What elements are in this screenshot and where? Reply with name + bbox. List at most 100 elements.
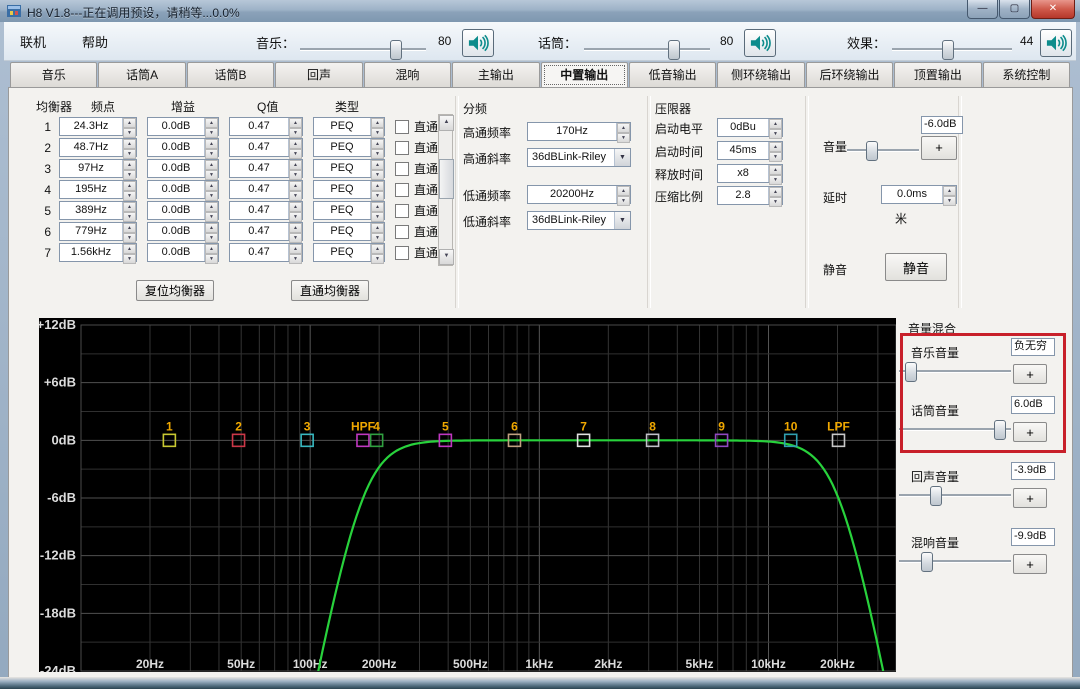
tab-话筒B[interactable]: 话筒B: [186, 62, 275, 88]
eq-gain-5[interactable]: 0.0dB ▲ ▼: [147, 201, 219, 222]
menu-item-联机[interactable]: 联机: [14, 30, 52, 53]
eq-freq-1-up[interactable]: ▲: [123, 118, 136, 128]
limiter-control-2[interactable]: x8 ▲ ▼: [717, 164, 783, 185]
master-slider-2-thumb[interactable]: [942, 40, 954, 60]
mixer-slider-3[interactable]: [899, 552, 1011, 572]
eq-freq-3-value[interactable]: 97Hz: [60, 160, 122, 177]
eq-bypass-checkbox-4[interactable]: [395, 182, 409, 197]
mixer-slider-3-thumb[interactable]: [921, 552, 933, 572]
eq-gain-1-value[interactable]: 0.0dB: [148, 118, 204, 135]
eq-q-3[interactable]: 0.47 ▲ ▼: [229, 159, 303, 180]
mixer-value-2[interactable]: -3.9dB: [1011, 462, 1055, 480]
delay-spinner-down[interactable]: ▼: [943, 196, 956, 206]
master-slider-0-thumb[interactable]: [390, 40, 402, 60]
eq-gain-6-down[interactable]: ▼: [205, 233, 218, 243]
limiter-control-2-value[interactable]: x8: [718, 165, 768, 182]
crossover-control-1-arrow-icon[interactable]: ▼: [614, 149, 630, 166]
eq-q-5[interactable]: 0.47 ▲ ▼: [229, 201, 303, 222]
eq-freq-1[interactable]: 24.3Hz ▲ ▼: [59, 117, 137, 138]
eq-gain-2-value[interactable]: 0.0dB: [148, 139, 204, 156]
eq-freq-2-up[interactable]: ▲: [123, 139, 136, 149]
frequency-response-chart[interactable]: +12dB +6dB 0dB -6dB -12dB -18dB -24dB 20Hz 50Hz 1…: [39, 318, 896, 672]
eq-q-4[interactable]: 0.47 ▲ ▼: [229, 180, 303, 201]
eq-scrollbar-up[interactable]: ▲: [439, 115, 454, 131]
eq-gain-6[interactable]: 0.0dB ▲ ▼: [147, 222, 219, 243]
eq-q-6-buttons[interactable]: ▲ ▼: [288, 223, 302, 243]
eq-q-1[interactable]: 0.47 ▲ ▼: [229, 117, 303, 138]
eq-freq-3-down[interactable]: ▼: [123, 170, 136, 180]
tab-中置输出[interactable]: 中置输出: [540, 62, 628, 88]
tab-话筒A[interactable]: 话筒A: [98, 62, 186, 88]
eq-gain-7-buttons[interactable]: ▲ ▼: [204, 244, 218, 264]
eq-type-4-value[interactable]: PEQ: [314, 181, 370, 198]
eq-q-5-buttons[interactable]: ▲ ▼: [288, 202, 302, 222]
eq-q-4-value[interactable]: 0.47: [230, 181, 288, 198]
speaker-button-0[interactable]: [462, 29, 494, 57]
eq-gain-3-down[interactable]: ▼: [205, 170, 218, 180]
eq-gain-4-value[interactable]: 0.0dB: [148, 181, 204, 198]
mixer-slider-1[interactable]: [899, 420, 1011, 440]
eq-bypass-checkbox-1[interactable]: [395, 119, 409, 134]
eq-freq-7-value[interactable]: 1.56kHz: [60, 244, 122, 261]
eq-freq-7-down[interactable]: ▼: [123, 254, 136, 264]
eq-q-6-up[interactable]: ▲: [289, 223, 302, 233]
eq-gain-7[interactable]: 0.0dB ▲ ▼: [147, 243, 219, 264]
delay-spinner-value[interactable]: 0.0ms: [882, 186, 942, 203]
eq-type-7-value[interactable]: PEQ: [314, 244, 370, 261]
eq-gain-3-up[interactable]: ▲: [205, 160, 218, 170]
eq-q-4-down[interactable]: ▼: [289, 191, 302, 201]
limiter-control-1-up[interactable]: ▲: [769, 142, 782, 152]
eq-type-3-value[interactable]: PEQ: [314, 160, 370, 177]
mixer-plus-button-2[interactable]: +: [1013, 488, 1047, 508]
limiter-control-0-down[interactable]: ▼: [769, 129, 782, 139]
eq-q-7-up[interactable]: ▲: [289, 244, 302, 254]
eq-freq-6-down[interactable]: ▼: [123, 233, 136, 243]
eq-freq-6-buttons[interactable]: ▲ ▼: [122, 223, 136, 243]
limiter-control-2-up[interactable]: ▲: [769, 165, 782, 175]
eq-freq-3-buttons[interactable]: ▲ ▼: [122, 160, 136, 180]
master-slider-1-track[interactable]: [584, 48, 710, 51]
eq-type-3-buttons[interactable]: ▲ ▼: [370, 160, 384, 180]
eq-type-1-value[interactable]: PEQ: [314, 118, 370, 135]
crossover-control-2-value[interactable]: 20200Hz: [528, 186, 616, 203]
eq-gain-1-down[interactable]: ▼: [205, 128, 218, 138]
eq-type-6-value[interactable]: PEQ: [314, 223, 370, 240]
eq-freq-2[interactable]: 48.7Hz ▲ ▼: [59, 138, 137, 159]
eq-gain-1-up[interactable]: ▲: [205, 118, 218, 128]
crossover-control-1-value[interactable]: 36dBLink-Riley: [528, 149, 614, 166]
limiter-control-1-value[interactable]: 45ms: [718, 142, 768, 159]
tab-侧环绕输出[interactable]: 侧环绕输出: [717, 62, 805, 88]
mixer-value-3[interactable]: -9.9dB: [1011, 528, 1055, 546]
eq-type-6-up[interactable]: ▲: [371, 223, 384, 233]
eq-q-7-value[interactable]: 0.47: [230, 244, 288, 261]
eq-q-3-buttons[interactable]: ▲ ▼: [288, 160, 302, 180]
eq-gain-5-up[interactable]: ▲: [205, 202, 218, 212]
eq-freq-4-buttons[interactable]: ▲ ▼: [122, 181, 136, 201]
limiter-control-3-up[interactable]: ▲: [769, 187, 782, 197]
eq-q-6-down[interactable]: ▼: [289, 233, 302, 243]
eq-gain-6-buttons[interactable]: ▲ ▼: [204, 223, 218, 243]
tab-回声[interactable]: 回声: [275, 62, 363, 88]
eq-freq-6-up[interactable]: ▲: [123, 223, 136, 233]
master-slider-1[interactable]: [584, 40, 710, 60]
eq-type-4-buttons[interactable]: ▲ ▼: [370, 181, 384, 201]
master-slider-2[interactable]: [892, 40, 1012, 60]
eq-q-5-down[interactable]: ▼: [289, 212, 302, 222]
output-volume-slider[interactable]: [847, 141, 919, 161]
eq-freq-4-down[interactable]: ▼: [123, 191, 136, 201]
mixer-slider-3-track[interactable]: [899, 560, 1011, 563]
eq-type-7-up[interactable]: ▲: [371, 244, 384, 254]
tab-低音输出[interactable]: 低音输出: [628, 62, 717, 88]
crossover-control-0-value[interactable]: 170Hz: [528, 123, 616, 140]
eq-type-7-down[interactable]: ▼: [371, 254, 384, 264]
eq-scrollbar-thumb[interactable]: [439, 159, 454, 199]
eq-bypass-checkbox-2[interactable]: [395, 140, 409, 155]
limiter-control-1-down[interactable]: ▼: [769, 152, 782, 162]
eq-gain-1-buttons[interactable]: ▲ ▼: [204, 118, 218, 138]
master-slider-0[interactable]: [300, 40, 426, 60]
tab-混响[interactable]: 混响: [363, 62, 452, 88]
eq-type-3[interactable]: PEQ ▲ ▼: [313, 159, 385, 180]
eq-type-6-down[interactable]: ▼: [371, 233, 384, 243]
eq-freq-3[interactable]: 97Hz ▲ ▼: [59, 159, 137, 180]
eq-q-2-down[interactable]: ▼: [289, 149, 302, 159]
